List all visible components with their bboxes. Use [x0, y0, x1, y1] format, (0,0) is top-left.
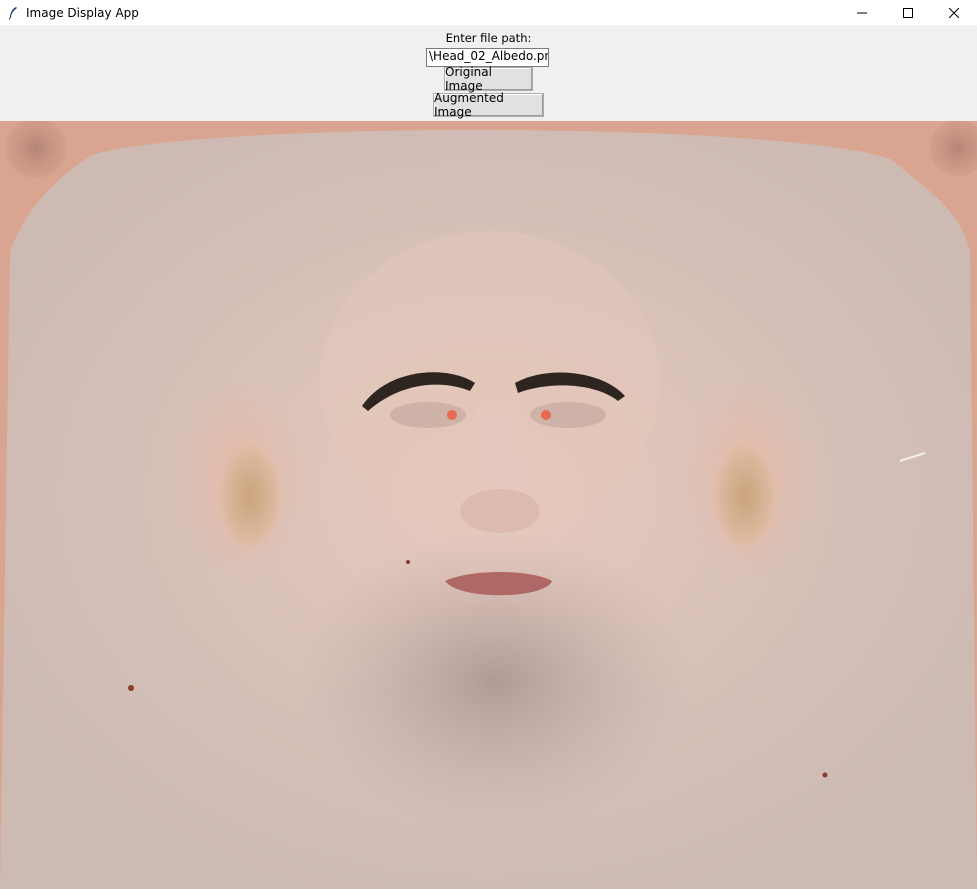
title-bar: Image Display App — [0, 0, 977, 25]
close-icon[interactable] — [931, 0, 977, 25]
image-canvas — [0, 121, 977, 889]
augmented-image-button[interactable]: Augmented Image — [433, 91, 544, 119]
file-path-label: Enter file path: — [445, 31, 532, 45]
original-image-button[interactable]: Original Image — [444, 65, 533, 93]
file-path-value: \Head_02_Albedo.png — [429, 49, 549, 63]
feather-icon — [0, 0, 26, 25]
minimize-icon[interactable] — [839, 0, 885, 25]
maximize-icon[interactable] — [885, 0, 931, 25]
window-controls — [839, 0, 977, 25]
file-toolbar: Enter file path: \Head_02_Albedo.png Ori… — [0, 25, 977, 121]
window-title: Image Display App — [26, 5, 139, 20]
albedo-texture-image — [0, 121, 977, 889]
